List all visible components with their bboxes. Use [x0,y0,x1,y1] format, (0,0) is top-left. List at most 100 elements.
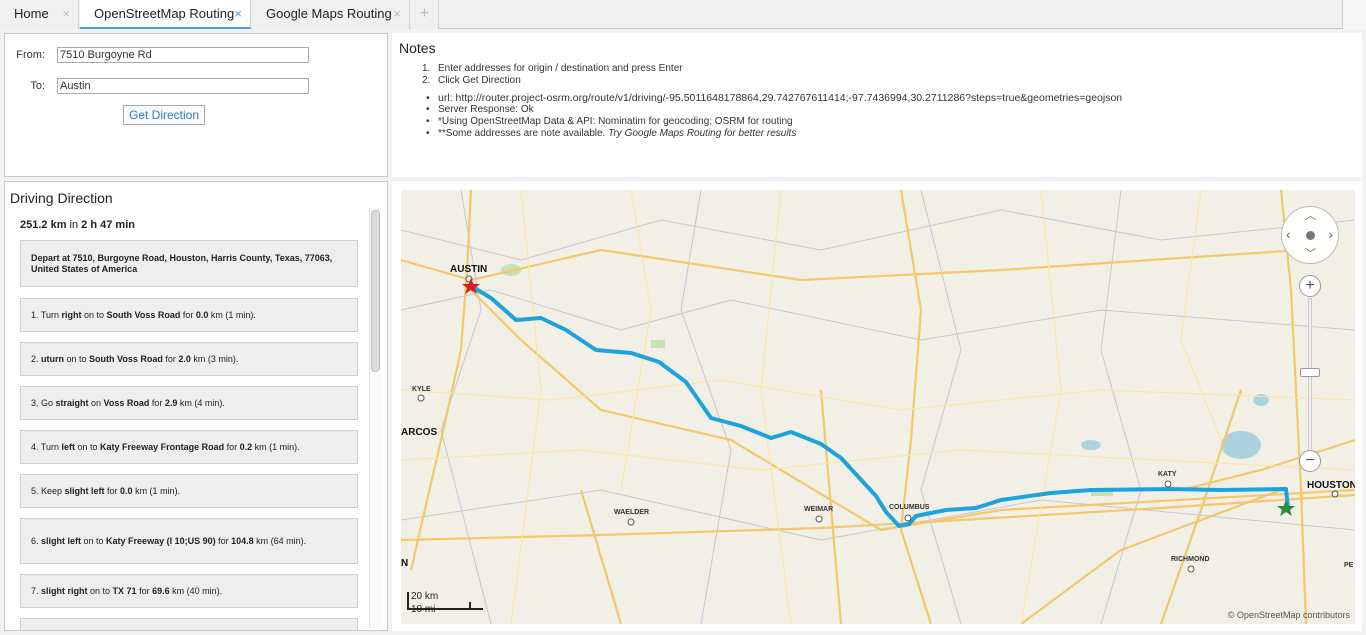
route-summary-in: in [69,219,79,231]
availability-note-text: **Some addresses are note available. [438,128,606,139]
notes-bullet-list: url: http://router.project-osrm.org/rout… [426,92,1122,140]
notes-title: Notes [399,40,436,56]
step-connector: for [215,535,232,546]
map-label-richmond: RICHMOND [1171,556,1210,563]
notes-step-text: Click Get Direction [438,75,521,86]
pan-center-icon[interactable] [1306,231,1315,240]
driving-direction-title: Driving Direction [10,190,113,206]
notes-step-number: 1. [422,63,431,74]
chevron-up-icon[interactable]: ︿ [1305,207,1316,223]
map-attribution[interactable]: © OpenStreetMap contributors [1228,610,1350,620]
route-form-panel: From: 7510 Burgoyne Rd To: Austin Get Di… [4,33,388,177]
route-distance: 251.2 km [20,219,67,231]
step-prefix: 5. Keep [31,485,65,496]
server-response-text: Server Response: Ok [426,104,1122,116]
direction-step: 3. Go straight on Voss Road for 2.9 km (… [20,386,358,420]
map-label-columbus: COLUMBUS [889,504,930,511]
notes-step: 1. Enter addresses for origin / destinati… [422,63,683,75]
tab-home[interactable]: Home × [0,0,79,29]
direction-step: 5. Keep slight left for 0.0 km (1 min). [20,474,358,508]
availability-note-hint: Try Google Maps Routing for better resul… [608,128,797,139]
step-connector: for [136,585,153,596]
step-road: Katy Freeway Frontage Road [100,441,225,452]
step-prefix: 2. [31,353,42,364]
close-icon[interactable]: × [393,0,401,28]
zoom-in-button[interactable]: + [1299,275,1321,297]
step-prefix: 6. [31,535,42,546]
step-maneuver: left [61,441,76,452]
notes-step-number: 2. [422,75,431,86]
map-panel: AUSTIN KYLE ARCOS WAELDER WEIMAR COLUMBU… [392,181,1362,631]
step-road: South Voss Road [89,353,163,364]
origin-marker [1277,500,1295,516]
step-distance: 2.9 [164,397,178,408]
step-connector: on to [81,309,107,320]
map-label-kyle: KYLE [412,386,431,393]
step-distance: 104.8 [231,535,254,546]
close-icon[interactable]: × [62,0,70,28]
scale-km-label: 20 km [411,591,439,602]
tab-home-label: Home [14,6,49,21]
to-label: To: [30,80,45,92]
driving-direction-panel: Driving Direction 251.2 km in 2 h 47 min… [4,181,388,631]
step-connector: on to [64,353,90,364]
to-input[interactable]: Austin [57,78,309,94]
tab-bar: Home × OpenStreetMap Routing × Google Ma… [0,0,1366,29]
step-maneuver: right [61,309,82,320]
direction-step: 4. Turn left on to Katy Freeway Frontage… [20,430,358,464]
step-distance: 0.0 [120,485,133,496]
step-connector: for [149,397,165,408]
tab-openstreetmap-routing[interactable]: OpenStreetMap Routing × [80,0,251,29]
zoom-slider-handle[interactable] [1300,368,1320,377]
route-map[interactable]: AUSTIN KYLE ARCOS WAELDER WEIMAR COLUMBU… [401,190,1355,624]
direction-step: 7. slight right on to TX 71 for 69.6 km … [20,574,358,608]
roads [401,190,1355,624]
direction-step: 1. Turn right on to South Voss Road for … [20,298,358,332]
directions-scroll-thumb[interactable] [371,210,380,372]
water [1081,394,1269,459]
chevron-left-icon[interactable]: ‹ [1286,226,1291,242]
step-distance: 2.0 [178,353,191,364]
step-road: Voss Road [103,397,150,408]
step-suffix: km (40 min). [169,585,223,596]
step-connector: for [104,485,121,496]
step-road: Katy Freeway (I 10;US 90) [106,535,216,546]
step-connector: for [180,309,196,320]
step-prefix: 1. Turn [31,309,62,320]
direction-step-partial [20,618,358,630]
step-maneuver: slight left [41,535,82,546]
map-label-houston: HOUSTON [1307,480,1355,491]
step-suffix: km (1 min). [208,309,256,320]
chevron-right-icon[interactable]: › [1328,226,1333,242]
step-connector: on to [87,585,113,596]
step-suffix: km (3 min). [190,353,239,364]
notes-ordered-list: 1. Enter addresses for origin / destinati… [422,63,683,87]
tab-google-maps-routing[interactable]: Google Maps Routing × [252,0,410,29]
step-suffix: km (1 min). [252,441,300,452]
map-label-katy: KATY [1158,471,1177,478]
step-distance: 0.2 [239,441,253,452]
tab-scroll-button[interactable] [1342,0,1366,29]
from-input[interactable]: 7510 Burgoyne Rd [57,47,309,63]
map-label-weimar: WEIMAR [804,506,834,513]
close-icon[interactable]: × [234,0,242,28]
scale-mi-label: 10 mi [411,604,436,615]
map-label-pe: PE [1344,562,1354,569]
zoom-slider-track[interactable] [1308,298,1312,460]
step-road: South Voss Road [106,309,181,320]
get-direction-button[interactable]: Get Direction [123,105,205,125]
tab-google-label: Google Maps Routing [266,6,392,21]
map-label-austin: AUSTIN [450,264,488,275]
chevron-down-icon[interactable]: ﹀ [1305,245,1316,261]
parks [501,264,1113,496]
step-maneuver: slight left [64,485,105,496]
from-label: From: [16,49,45,61]
map-label-waelder: WAELDER [614,509,649,516]
step-connector: for [162,353,179,364]
step-maneuver: slight right [41,585,88,596]
add-tab-button[interactable]: + [411,0,439,29]
step-prefix: 7. [31,585,42,596]
map-pan-control[interactable]: ︿ ‹ › ﹀ [1281,206,1339,264]
map-label-san-marcos: ARCOS [401,427,438,438]
zoom-out-button[interactable]: − [1299,450,1321,472]
